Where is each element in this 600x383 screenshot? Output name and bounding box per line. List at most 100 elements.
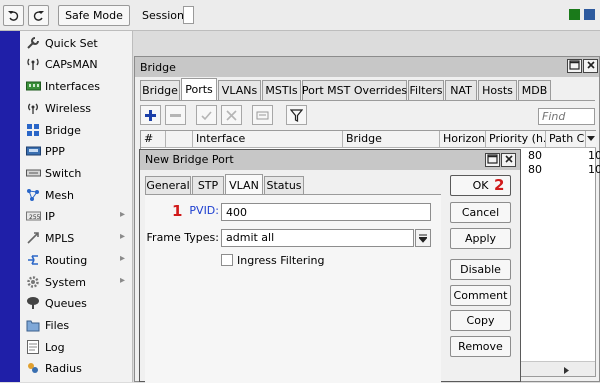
tab-vlans[interactable]: VLANs [218, 80, 261, 100]
frame-types-select[interactable]: admit all [221, 229, 414, 247]
antenna-icon [25, 57, 41, 71]
undo-icon [8, 11, 19, 21]
minus-icon [170, 113, 181, 117]
plus-icon [145, 109, 156, 121]
step-marker-2: 2 [494, 176, 505, 194]
ip-icon: 255 [25, 209, 41, 223]
tab-filters[interactable]: Filters [408, 80, 444, 100]
column-menu-button[interactable] [586, 131, 596, 148]
column-header-path-cost[interactable]: Path Co [546, 131, 586, 148]
tab-bridge[interactable]: Bridge [140, 80, 180, 100]
sidebar-item-wireless[interactable]: Wireless [20, 98, 133, 118]
ok-button-label: OK [472, 179, 489, 192]
dialog-tab-vlan[interactable]: VLAN [225, 174, 263, 195]
sidebar-item-switch[interactable]: Switch [20, 163, 133, 183]
sidebar-item-label: Radius [45, 361, 82, 375]
bridge-window-title: Bridge [140, 61, 176, 74]
queues-icon [25, 296, 41, 310]
column-header-number[interactable]: # [141, 131, 166, 148]
dialog-close-button[interactable] [501, 153, 516, 167]
enable-button[interactable] [196, 105, 217, 125]
sidebar-item-capsman[interactable]: CAPsMAN [20, 54, 133, 74]
tab-port-mst-overrides[interactable]: Port MST Overrides [302, 80, 407, 100]
new-bridge-port-dialog: New Bridge Port General STP VLAN Status … [139, 149, 521, 383]
pvid-input[interactable] [221, 203, 431, 221]
session-label: Session: [142, 9, 188, 22]
tab-nat[interactable]: NAT [445, 80, 477, 100]
undo-button[interactable] [3, 5, 24, 26]
column-header-horizon[interactable]: Horizon [440, 131, 486, 148]
cancel-button[interactable]: Cancel [450, 202, 511, 223]
frame-types-label: Frame Types: [146, 231, 219, 244]
sidebar-item-label: Quick Set [45, 36, 98, 50]
cross-icon [226, 109, 237, 121]
tab-hosts[interactable]: Hosts [478, 80, 517, 100]
check-icon [201, 110, 212, 120]
maximize-icon [569, 60, 580, 70]
comment-button[interactable] [252, 105, 273, 125]
column-header-bridge[interactable]: Bridge [343, 131, 440, 148]
sidebar-item-interfaces[interactable]: Interfaces [20, 76, 133, 96]
status-indicator-green [569, 9, 580, 20]
mpls-icon [25, 231, 41, 245]
sidebar-item-log[interactable]: Log [20, 337, 133, 357]
disable-button[interactable] [221, 105, 242, 125]
sidebar-item-mesh[interactable]: Mesh [20, 185, 133, 205]
close-icon [504, 155, 513, 163]
copy-button[interactable]: Copy [450, 310, 511, 331]
dialog-maximize-button[interactable] [485, 153, 500, 167]
sidebar-item-files[interactable]: Files [20, 315, 133, 335]
remove-button[interactable] [165, 105, 186, 125]
sidebar-item-system[interactable]: System ▸ [20, 272, 133, 292]
tab-mstis[interactable]: MSTIs [262, 80, 301, 100]
sidebar-item-ip[interactable]: 255 IP ▸ [20, 206, 133, 226]
sidebar-item-label: IP [45, 209, 55, 223]
sidebar-item-ppp[interactable]: PPP [20, 141, 133, 161]
frame-types-dropdown-button[interactable] [415, 229, 431, 247]
column-header-priority[interactable]: Priority (h... [486, 131, 546, 148]
top-toolbar: Safe Mode Session: [0, 0, 600, 31]
column-header-flags[interactable] [166, 131, 193, 148]
redo-icon [33, 11, 44, 21]
remove-button[interactable]: Remove [450, 336, 511, 357]
pvid-label: PVID: [189, 204, 219, 217]
chevron-down-icon [587, 136, 595, 141]
sidebar-item-mpls[interactable]: MPLS ▸ [20, 228, 133, 248]
sidebar-item-label: Bridge [45, 123, 81, 137]
close-icon [586, 61, 595, 69]
tab-mdb[interactable]: MDB [518, 80, 551, 100]
sidebar-item-label: Queues [45, 296, 87, 310]
apply-button[interactable]: Apply [450, 228, 511, 249]
bridge-window-titlebar: Bridge [135, 57, 599, 77]
sidebar-item-bridge[interactable]: Bridge [20, 120, 133, 140]
dropdown-arrow-icon [419, 234, 427, 243]
dialog-title: New Bridge Port [145, 153, 234, 166]
sidebar-item-radius[interactable]: Radius [20, 358, 133, 378]
ingress-filtering-checkbox[interactable] [221, 254, 233, 266]
add-button[interactable] [140, 105, 161, 125]
vlan-tab-panel: 1 PVID: Frame Types: admit all Ingress F… [145, 194, 441, 383]
disable-button[interactable]: Disable [450, 259, 511, 280]
ppp-icon [25, 144, 41, 158]
safe-mode-button[interactable]: Safe Mode [58, 5, 130, 26]
filter-button[interactable] [286, 105, 307, 125]
dialog-tab-status[interactable]: Status [264, 176, 304, 194]
sidebar-item-label: Log [45, 340, 65, 354]
dialog-tab-stp[interactable]: STP [192, 176, 224, 194]
svg-text:255: 255 [29, 214, 41, 221]
redo-button[interactable] [28, 5, 49, 26]
dialog-tab-general[interactable]: General [145, 176, 191, 194]
sidebar-item-routing[interactable]: Routing ▸ [20, 250, 133, 270]
sidebar-menu: Quick Set CAPsMAN Interfaces Wireless Br… [20, 31, 133, 382]
bridge-window-close-button[interactable] [583, 59, 598, 73]
sidebar-item-queues[interactable]: Queues [20, 293, 133, 313]
wireless-icon [25, 101, 41, 115]
submenu-arrow-icon: ▸ [119, 231, 125, 242]
comment-button[interactable]: Comment [450, 285, 511, 306]
bridge-window-maximize-button[interactable] [567, 59, 582, 73]
find-input[interactable] [538, 108, 595, 125]
session-input[interactable] [183, 6, 194, 24]
tab-ports[interactable]: Ports [181, 78, 217, 100]
sidebar-item-quick-set[interactable]: Quick Set [20, 33, 133, 53]
column-header-interface[interactable]: Interface [193, 131, 343, 148]
